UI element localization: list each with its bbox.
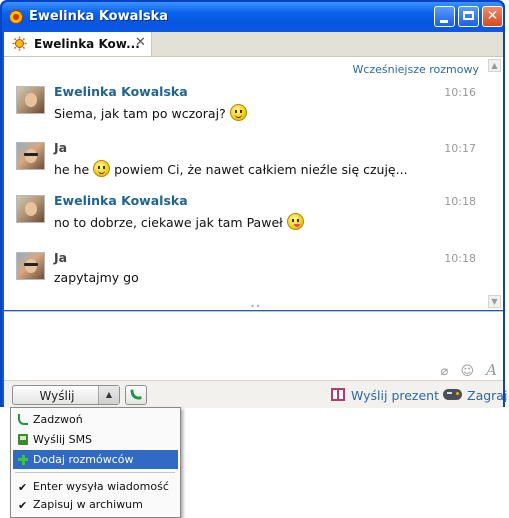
tab-label: Ewelinka Kow... (34, 37, 140, 51)
send-options-dropdown[interactable]: ▲ (98, 386, 119, 404)
minimize-icon (440, 20, 448, 23)
close-icon: ✕ (486, 8, 499, 24)
minimize-button[interactable] (434, 6, 455, 27)
scroll-down-icon[interactable]: ▼ (488, 295, 501, 308)
checkmark-icon: ✔ (18, 481, 28, 494)
call-button[interactable] (125, 385, 147, 405)
splitter-grip-icon[interactable]: •• (250, 302, 261, 311)
message-input[interactable]: ⌀ ☺ A (4, 311, 503, 380)
tab-conversation[interactable]: Ewelinka Kow... ✕ (4, 32, 152, 56)
phone-icon (130, 388, 142, 401)
tab-close-icon[interactable]: ✕ (135, 35, 146, 50)
menu-divider (15, 472, 175, 473)
message-time: 10:18 (444, 195, 476, 208)
menu-item-save-archive[interactable]: ✔ Zapisuj w archiwum (13, 495, 178, 514)
tab-strip: Ewelinka Kow... ✕ (4, 32, 503, 57)
message-text-part: no to dobrze, ciekawe jak tam Paweł (54, 215, 283, 230)
avatar[interactable] (16, 195, 45, 223)
tongue-emoticon-icon (286, 213, 304, 230)
avatar[interactable] (16, 142, 45, 170)
input-toolbar: ⌀ ☺ A (432, 361, 497, 379)
gamepad-icon[interactable] (443, 389, 462, 400)
menu-item-label: Zapisuj w archiwum (33, 498, 143, 511)
earlier-conversations-link[interactable]: Wcześniejsze rozmowy (352, 63, 479, 76)
window-title: Ewelinka Kowalska (29, 9, 168, 24)
app-logo-icon (9, 10, 23, 24)
status-sun-icon (12, 36, 27, 51)
message-time: 10:16 (444, 86, 476, 99)
message-time: 10:17 (444, 142, 476, 155)
smiley-icon[interactable]: ☺ (460, 364, 474, 379)
message-text: Siema, jak tam po wczoraj? (54, 104, 247, 121)
menu-item-label: Zadzwoń (33, 413, 83, 426)
add-icon (18, 454, 28, 465)
phone-icon (18, 414, 28, 425)
menu-item-label: Wyślij SMS (33, 433, 93, 446)
close-window-button[interactable]: ✕ (482, 6, 503, 27)
menu-item-add-participants[interactable]: Dodaj rozmówców (13, 450, 178, 469)
paperclip-icon[interactable]: ⌀ (440, 364, 448, 379)
checkmark-icon: ✔ (18, 499, 28, 512)
menu-item-enter-sends[interactable]: ✔ Enter wysyła wiadomość (13, 477, 178, 496)
message-text: zapytajmy go (54, 270, 139, 285)
message-author[interactable]: Ewelinka Kowalska (54, 193, 188, 208)
menu-item-send-sms[interactable]: Wyślij SMS (13, 430, 178, 449)
scroll-up-icon[interactable]: ▲ (488, 59, 501, 72)
message-text-part: he he (54, 162, 90, 177)
play-game-link[interactable]: Zagraj (467, 388, 507, 403)
smile-emoticon-icon (229, 104, 247, 121)
send-options-menu: Zadzwoń Wyślij SMS Dodaj rozmówców ✔ Ent… (10, 407, 181, 518)
menu-item-label: Dodaj rozmówców (33, 453, 134, 466)
send-button-label: Wyślij (39, 389, 75, 403)
menu-item-call[interactable]: Zadzwoń (13, 410, 178, 429)
title-bar[interactable]: Ewelinka Kowalska ✕ (2, 2, 503, 32)
gift-icon[interactable] (331, 388, 345, 401)
chat-scrollbar[interactable]: ▲ ▼ (488, 59, 501, 308)
message-history[interactable]: Wcześniejsze rozmowy Ewelinka Kowalska 1… (4, 57, 503, 311)
send-button[interactable]: Wyślij ▲ (12, 385, 120, 405)
sms-icon (18, 434, 28, 445)
send-gift-link[interactable]: Wyślij prezent (351, 388, 439, 403)
avatar[interactable] (16, 252, 45, 280)
maximize-button[interactable] (458, 6, 479, 27)
message-text-part: Siema, jak tam po wczoraj? (54, 106, 226, 121)
message-author[interactable]: Ewelinka Kowalska (54, 84, 188, 99)
message-author[interactable]: Ja (54, 250, 67, 265)
maximize-icon (463, 11, 474, 20)
message-time: 10:18 (444, 252, 476, 265)
chevron-up-icon: ▲ (105, 390, 113, 399)
message-text: no to dobrze, ciekawe jak tam Paweł (54, 213, 304, 230)
font-icon[interactable]: A (486, 361, 497, 379)
avatar[interactable] (16, 86, 45, 114)
action-bar: Wyślij ▲ Wyślij prezent Zagraj (4, 380, 507, 408)
menu-item-label: Enter wysyła wiadomość (33, 480, 169, 493)
message-text-part: powiem Ci, że nawet całkiem nieźle się c… (114, 162, 408, 177)
message-author[interactable]: Ja (54, 140, 67, 155)
message-text: he he powiem Ci, że nawet całkiem nieźle… (54, 160, 408, 177)
smile-emoticon-icon (93, 160, 111, 177)
chat-window: Ewelinka Kowalska ✕ Ewelinka Kow... ✕ Wc… (0, 0, 507, 408)
